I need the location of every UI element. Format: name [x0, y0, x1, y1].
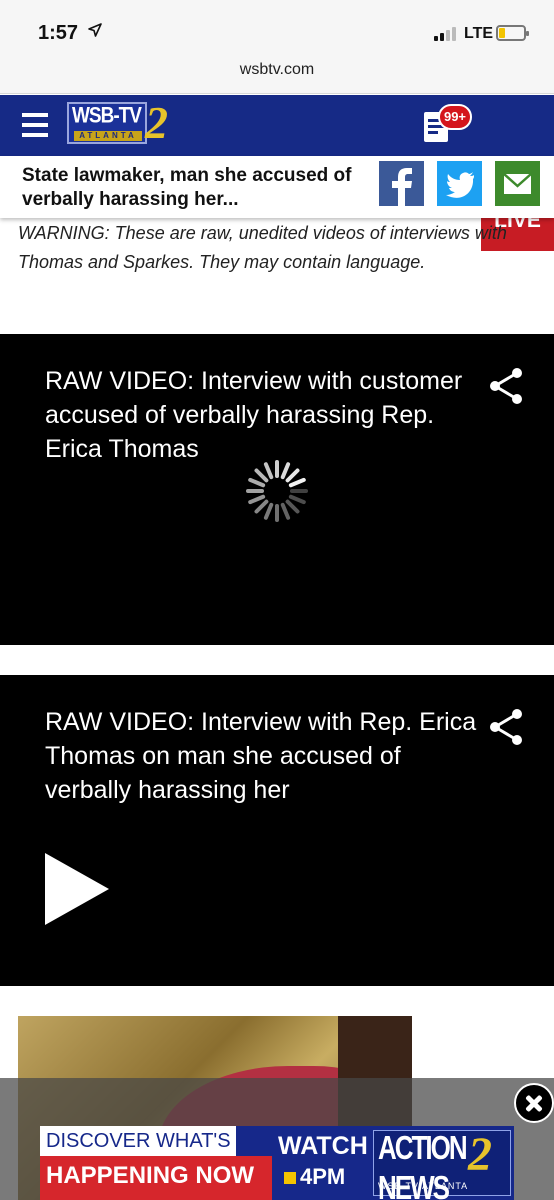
- share-icon[interactable]: [486, 366, 526, 406]
- network-type: LTE: [464, 25, 494, 42]
- location-arrow-icon: [88, 23, 102, 37]
- email-icon: [503, 173, 532, 194]
- warning-text: WARNING: These are raw, unedited videos …: [18, 223, 507, 272]
- battery-icon: [496, 25, 529, 41]
- notification-badge[interactable]: 99+: [438, 104, 472, 130]
- status-time: 1:57: [38, 22, 79, 44]
- twitter-icon: [446, 172, 474, 198]
- url-text: wsbtv.com: [239, 61, 315, 78]
- facebook-share-button[interactable]: [379, 161, 424, 206]
- ad-banner[interactable]: DISCOVER WHAT'S HAPPENING NOW WATCH 4PM …: [40, 1126, 514, 1200]
- video-title: RAW VIDEO: Interview with Rep. Erica Tho…: [45, 708, 477, 804]
- close-ad-icon[interactable]: [514, 1083, 554, 1123]
- status-bar: 1:57 LTE: [0, 0, 554, 56]
- share-icon[interactable]: [486, 707, 526, 747]
- browser-url-bar[interactable]: wsbtv.com: [0, 56, 554, 94]
- menu-icon[interactable]: [22, 113, 48, 137]
- video-title: RAW VIDEO: Interview with customer accus…: [45, 367, 463, 463]
- cellular-signal-icon: [434, 27, 456, 41]
- ad-time: 4PM: [300, 1164, 346, 1189]
- wsb-tv-logo[interactable]: WSB-TV ATLANTA 2: [67, 97, 181, 148]
- email-share-button[interactable]: [495, 161, 540, 206]
- twitter-share-button[interactable]: [437, 161, 482, 206]
- video-player-1[interactable]: RAW VIDEO: Interview with customer accus…: [0, 334, 554, 645]
- ad-bullet: [284, 1172, 296, 1184]
- facebook-icon: [392, 168, 412, 206]
- ad-watch: WATCH: [278, 1132, 368, 1160]
- ad-line2: HAPPENING NOW: [40, 1156, 272, 1200]
- site-header: WSB-TV ATLANTA 2 LIVE: [0, 95, 554, 251]
- sticky-share-bar: State lawmaker, man she accused of verba…: [0, 156, 554, 218]
- loading-spinner-icon: [246, 460, 308, 522]
- action-news-logo: ACTION NEWS 2 WSB-TV ATLANTA: [373, 1128, 511, 1200]
- article-headline: State lawmaker, man she accused of verba…: [22, 165, 352, 210]
- ad-line1: DISCOVER WHAT'S: [40, 1126, 236, 1156]
- video-player-2[interactable]: RAW VIDEO: Interview with Rep. Erica Tho…: [0, 675, 554, 986]
- play-icon[interactable]: [45, 853, 109, 925]
